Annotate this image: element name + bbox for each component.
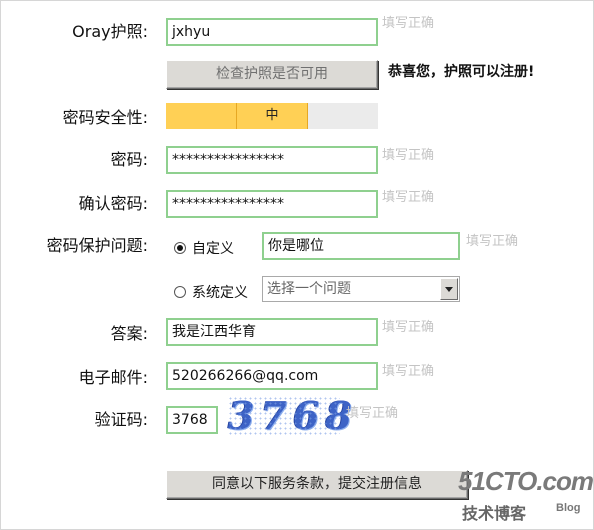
custom-question-option-label: 自定义 <box>192 241 234 257</box>
confirm-password-input[interactable]: **************** <box>166 190 378 218</box>
captcha-hint: 填写正确 <box>346 406 399 421</box>
system-question-option-label: 系统定义 <box>192 285 248 301</box>
answer-label: 答案: <box>110 324 148 343</box>
captcha-image[interactable]: 3768 <box>228 396 352 436</box>
oray-id-input[interactable]: jxhyu <box>166 18 378 46</box>
oray-id-label: Oray护照: <box>72 22 148 41</box>
password-hint: 填写正确 <box>382 148 435 163</box>
confirm-password-hint: 填写正确 <box>382 190 435 205</box>
captcha-input[interactable]: 3768 <box>166 406 218 434</box>
watermark-logo: 51CTO.com <box>458 466 594 496</box>
security-question-label: 密码保护问题: <box>46 236 148 255</box>
custom-question-input[interactable]: 你是哪位 <box>262 232 460 260</box>
system-question-select[interactable]: 选择一个问题 <box>262 276 460 302</box>
submit-registration-button[interactable]: 同意以下服务条款，提交注册信息 <box>166 470 468 499</box>
email-hint: 填写正确 <box>382 364 435 379</box>
captcha-label: 验证码: <box>94 410 148 429</box>
security-question-hint: 填写正确 <box>466 234 519 249</box>
system-question-radio[interactable]: 系统定义 <box>174 282 248 302</box>
password-strength-label: 密码安全性: <box>62 108 148 127</box>
radio-unselected-icon <box>174 286 186 298</box>
strength-segment-weak <box>166 103 236 129</box>
radio-selected-icon <box>174 242 186 254</box>
password-input[interactable]: **************** <box>166 146 378 174</box>
system-question-select-value: 选择一个问题 <box>267 281 351 297</box>
captcha-noise <box>228 396 340 436</box>
password-strength-meter: 中 <box>166 103 378 129</box>
email-label: 电子邮件: <box>78 368 148 387</box>
strength-segment-medium: 中 <box>236 103 308 129</box>
strength-segment-strong <box>308 103 378 129</box>
confirm-password-label: 确认密码: <box>78 194 148 213</box>
chevron-down-icon[interactable] <box>440 278 458 300</box>
custom-question-radio[interactable]: 自定义 <box>174 238 234 258</box>
availability-message: 恭喜您，护照可以注册! <box>388 64 535 80</box>
oray-id-hint: 填写正确 <box>382 16 435 31</box>
password-label: 密码: <box>110 150 148 169</box>
email-input[interactable]: 520266266@qq.com <box>166 362 378 390</box>
watermark-subtitle: 技术博客 <box>462 504 527 523</box>
answer-hint: 填写正确 <box>382 320 435 335</box>
answer-input[interactable]: 我是江西华育 <box>166 318 378 346</box>
watermark-blog: Blog <box>556 502 581 514</box>
check-availability-button[interactable]: 检查护照是否可用 <box>166 60 378 89</box>
